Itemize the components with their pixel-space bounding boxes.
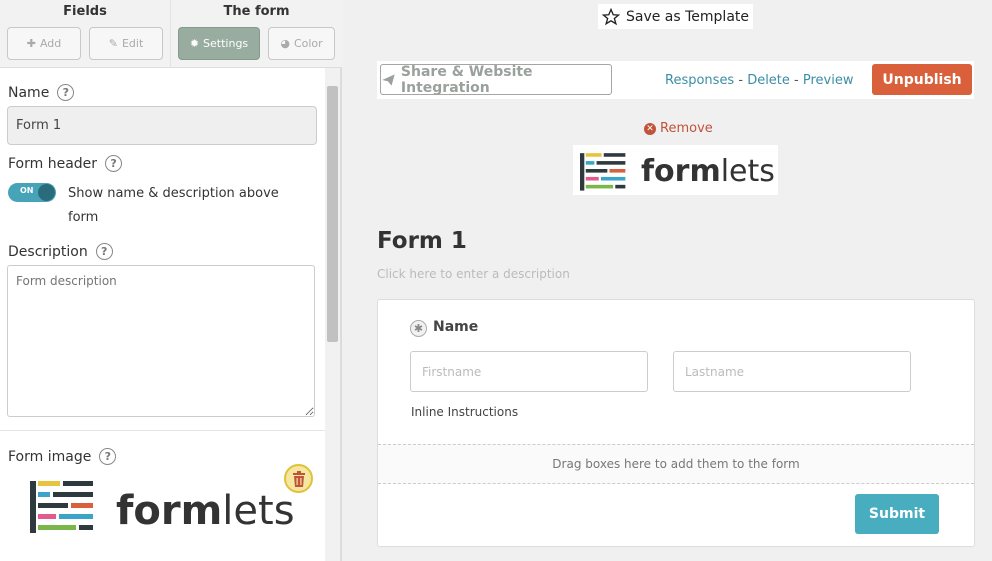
- delete-link[interactable]: Delete: [747, 73, 790, 88]
- color-button-label: Color: [293, 37, 323, 50]
- field-label-name: Name: [433, 319, 479, 335]
- plus-icon: ✚: [26, 37, 36, 50]
- form-title[interactable]: Form 1: [377, 228, 467, 254]
- settings-pane: Name ? Form 1 Form header ? ON Show name…: [0, 68, 325, 561]
- drop-zone[interactable]: Drag boxes here to add them to the form: [378, 444, 974, 484]
- tab-divider: [170, 0, 171, 68]
- divider: [0, 430, 325, 431]
- save-as-template-button[interactable]: Save as Template: [598, 4, 753, 29]
- form-name-input[interactable]: Form 1: [7, 106, 317, 145]
- link-separator: -: [789, 73, 803, 88]
- form-image-preview: formlets: [30, 478, 300, 540]
- add-button-label: Add: [39, 37, 62, 50]
- form-image-label: Form image: [8, 448, 92, 465]
- logo-text-bold: form: [116, 488, 222, 534]
- pencil-icon: ✎: [108, 37, 118, 50]
- toggle-knob: [38, 184, 55, 201]
- tab-fields[interactable]: Fields: [0, 4, 170, 19]
- description-textarea[interactable]: [7, 265, 315, 417]
- responses-link[interactable]: Responses: [665, 73, 734, 88]
- remove-icon: ✕: [644, 122, 656, 135]
- asterisk-icon[interactable]: ✱: [410, 320, 427, 337]
- unpublish-button[interactable]: Unpublish: [872, 64, 972, 95]
- description-label: Description: [8, 243, 88, 260]
- edit-button-label: Edit: [121, 37, 144, 50]
- paper-plane-icon: [382, 73, 395, 86]
- help-icon[interactable]: ?: [95, 243, 113, 260]
- formlets-logo: formlets: [30, 481, 295, 534]
- gear-icon: ✹: [189, 37, 200, 50]
- scrollbar-thumb[interactable]: [327, 86, 338, 342]
- form-header-toggle[interactable]: ON: [8, 183, 56, 202]
- logo-text-bold: form: [641, 154, 721, 189]
- firstname-input[interactable]: Firstname: [410, 351, 648, 392]
- palette-icon: ◕: [280, 37, 290, 50]
- remove-label: Remove: [660, 121, 713, 136]
- description-label-row: Description ?: [8, 243, 113, 260]
- link-separator: -: [734, 73, 748, 88]
- form-image-label-row: Form image ?: [8, 448, 117, 465]
- form-toolbar: Share & Website Integration Responses - …: [377, 61, 974, 99]
- form-card: ✱ Name Firstname Lastname Inline Instruc…: [377, 299, 975, 547]
- help-icon[interactable]: ?: [105, 155, 123, 172]
- color-button[interactable]: ◕ Color: [268, 27, 335, 60]
- name-label-row: Name ?: [8, 84, 75, 101]
- form-links: Responses - Delete - Preview: [665, 73, 853, 88]
- logo-text-light: lets: [721, 154, 775, 189]
- left-panel: Fields The form ✚ Add ✎ Edit ✹ Settings …: [0, 0, 342, 561]
- trash-icon: [292, 470, 305, 487]
- edit-button[interactable]: ✎ Edit: [89, 27, 163, 60]
- formlets-logo: formlets: [580, 153, 775, 191]
- remove-logo-link[interactable]: ✕ Remove: [644, 121, 713, 136]
- help-icon[interactable]: ?: [57, 84, 75, 101]
- svg-text:formlets: formlets: [116, 488, 295, 534]
- help-icon[interactable]: ?: [99, 448, 117, 465]
- logo-text-light: lets: [222, 488, 294, 534]
- panel-tabs: Fields The form ✚ Add ✎ Edit ✹ Settings …: [0, 0, 342, 68]
- svg-text:formlets: formlets: [641, 154, 775, 189]
- tab-the-form[interactable]: The form: [171, 4, 342, 19]
- form-description-prompt[interactable]: Click here to enter a description: [377, 267, 570, 281]
- toggle-state: ON: [20, 186, 34, 195]
- delete-image-button[interactable]: [284, 464, 313, 493]
- form-header-label: Form header: [8, 155, 98, 172]
- share-label: Share & Website Integration: [400, 63, 533, 96]
- submit-button[interactable]: Submit: [855, 494, 939, 534]
- inline-instructions: Inline Instructions: [411, 405, 519, 419]
- lastname-input[interactable]: Lastname: [673, 351, 911, 392]
- name-label: Name: [8, 84, 50, 101]
- save-as-template-label: Save as Template: [625, 8, 750, 25]
- settings-button[interactable]: ✹ Settings: [178, 27, 260, 60]
- add-button[interactable]: ✚ Add: [7, 27, 81, 60]
- settings-button-label: Settings: [203, 37, 249, 50]
- share-integration-button[interactable]: Share & Website Integration: [380, 63, 612, 96]
- preview-link[interactable]: Preview: [803, 73, 854, 88]
- form-header-label-row: Form header ?: [8, 155, 123, 172]
- settings-scrollbar[interactable]: [325, 68, 340, 561]
- star-icon: [601, 7, 620, 25]
- form-logo: formlets: [573, 145, 778, 195]
- toggle-description: Show name & description above form: [68, 186, 279, 225]
